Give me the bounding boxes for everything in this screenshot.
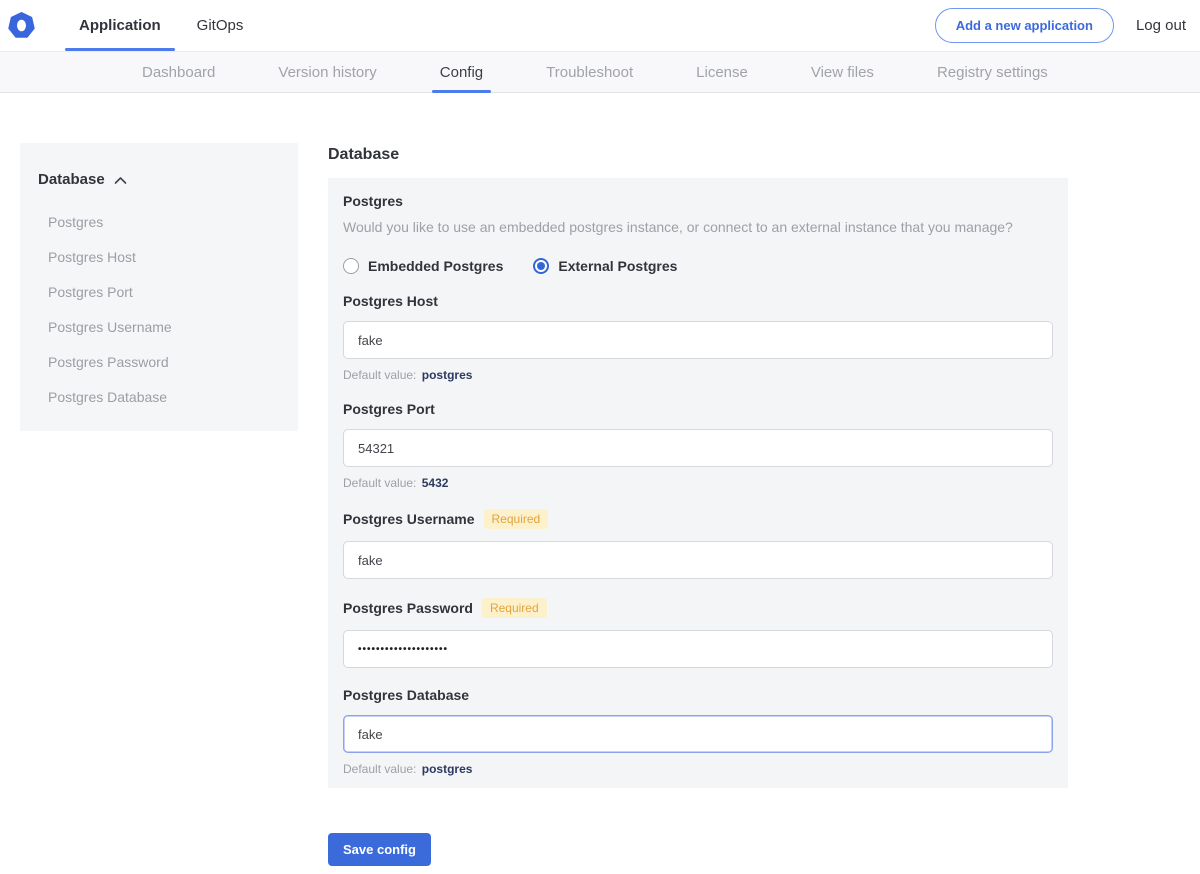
field-postgres-port: Postgres Port Default value: 5432: [343, 401, 1053, 490]
header-right: Add a new application Log out: [935, 0, 1186, 51]
default-value: postgres: [422, 762, 473, 776]
sidebar-item-list: Postgres Postgres Host Postgres Port Pos…: [20, 205, 298, 415]
postgres-database-input[interactable]: [343, 715, 1053, 753]
subnav-troubleshoot[interactable]: Troubleshoot: [532, 52, 647, 92]
sidebar-item-postgres[interactable]: Postgres: [20, 205, 298, 240]
subnav-license-label: License: [696, 64, 748, 81]
postgres-radio-group: Embedded Postgres External Postgres: [343, 258, 1053, 274]
page-title: Database: [328, 146, 1068, 164]
postgres-port-input[interactable]: [343, 429, 1053, 467]
app-subnav: Dashboard Version history Config Trouble…: [0, 51, 1200, 93]
sidebar-item-postgres-password[interactable]: Postgres Password: [20, 345, 298, 380]
tab-application-label: Application: [79, 17, 161, 34]
app-tabs: Application GitOps: [67, 0, 267, 51]
subnav-registry-settings[interactable]: Registry settings: [923, 52, 1062, 92]
save-config-button[interactable]: Save config: [328, 833, 431, 866]
postgres-password-input[interactable]: [343, 630, 1053, 668]
field-postgres-port-label: Postgres Port: [343, 401, 435, 417]
default-value-prefix: Default value:: [343, 476, 416, 490]
radio-external-postgres-circle[interactable]: [533, 258, 549, 274]
kots-logo-icon: [8, 12, 35, 39]
tab-gitops-label: GitOps: [197, 17, 244, 34]
radio-embedded-postgres-label: Embedded Postgres: [368, 258, 503, 274]
sidebar-item-postgres-username[interactable]: Postgres Username: [20, 310, 298, 345]
default-value-prefix: Default value:: [343, 368, 416, 382]
sidebar-group-database-label: Database: [38, 171, 105, 188]
postgres-host-input[interactable]: [343, 321, 1053, 359]
subnav-dashboard-label: Dashboard: [142, 64, 215, 81]
radio-embedded-postgres[interactable]: Embedded Postgres: [343, 258, 503, 274]
radio-external-postgres-label: External Postgres: [558, 258, 677, 274]
logout-link[interactable]: Log out: [1136, 17, 1186, 34]
subnav-view-files[interactable]: View files: [797, 52, 888, 92]
postgres-port-helper: Default value: 5432: [343, 476, 1053, 490]
subnav-version-history[interactable]: Version history: [264, 52, 390, 92]
default-value: 5432: [422, 476, 449, 490]
chevron-up-icon: [114, 176, 127, 185]
field-postgres-database: Postgres Database Default value: postgre…: [343, 687, 1053, 776]
add-new-application-button[interactable]: Add a new application: [935, 8, 1114, 43]
sidebar-group-database[interactable]: Database: [20, 171, 298, 188]
subnav-dashboard[interactable]: Dashboard: [128, 52, 229, 92]
sidebar-item-postgres-host[interactable]: Postgres Host: [20, 240, 298, 275]
subnav-troubleshoot-label: Troubleshoot: [546, 64, 633, 81]
postgres-host-helper: Default value: postgres: [343, 368, 1053, 382]
config-content: Database Postgres Postgres Host Postgres…: [0, 93, 1200, 866]
default-value-prefix: Default value:: [343, 762, 416, 776]
sidebar-item-postgres-port[interactable]: Postgres Port: [20, 275, 298, 310]
field-postgres-username: Postgres Username Required: [343, 509, 1053, 579]
required-badge: Required: [482, 598, 547, 618]
group-help-text: Would you like to use an embedded postgr…: [343, 218, 1053, 236]
subnav-config-label: Config: [440, 64, 483, 81]
field-postgres-database-label: Postgres Database: [343, 687, 469, 703]
radio-external-postgres[interactable]: External Postgres: [533, 258, 677, 274]
postgres-database-helper: Default value: postgres: [343, 762, 1053, 776]
field-postgres-host: Postgres Host Default value: postgres: [343, 293, 1053, 382]
subnav-config[interactable]: Config: [426, 52, 497, 92]
postgres-username-input[interactable]: [343, 541, 1053, 579]
subnav-license[interactable]: License: [682, 52, 762, 92]
config-main: Database Postgres Would you like to use …: [328, 143, 1068, 866]
default-value: postgres: [422, 368, 473, 382]
field-postgres-password-label: Postgres Password: [343, 600, 473, 616]
field-postgres-host-label: Postgres Host: [343, 293, 438, 309]
app-logo[interactable]: [8, 0, 35, 51]
field-postgres-username-label: Postgres Username: [343, 511, 475, 527]
top-header: Application GitOps Add a new application…: [0, 0, 1200, 51]
field-postgres-password: Postgres Password Required: [343, 598, 1053, 668]
required-badge: Required: [484, 509, 549, 529]
config-group-panel: Postgres Would you like to use an embedd…: [328, 178, 1068, 788]
tab-gitops[interactable]: GitOps: [185, 0, 256, 51]
subnav-registry-settings-label: Registry settings: [937, 64, 1048, 81]
radio-embedded-postgres-circle[interactable]: [343, 258, 359, 274]
subnav-version-history-label: Version history: [278, 64, 376, 81]
config-sidebar: Database Postgres Postgres Host Postgres…: [20, 143, 298, 431]
subnav-view-files-label: View files: [811, 64, 874, 81]
tab-application[interactable]: Application: [67, 0, 173, 51]
sidebar-item-postgres-database[interactable]: Postgres Database: [20, 380, 298, 415]
group-name: Postgres: [343, 193, 1053, 209]
